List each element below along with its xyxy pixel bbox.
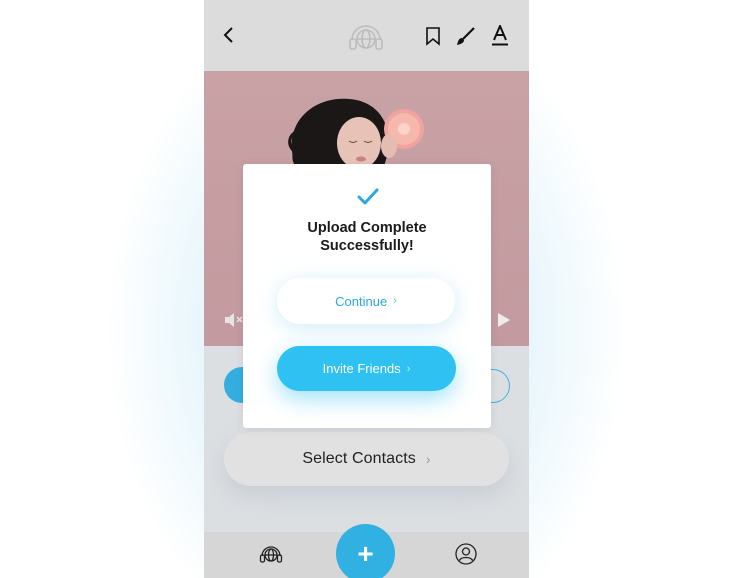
invite-friends-button[interactable]: Invite Friends › [277, 346, 456, 391]
back-arrow-icon[interactable] [222, 26, 236, 44]
continue-button[interactable]: Continue › [277, 278, 455, 324]
check-icon [357, 188, 379, 205]
invite-friends-label: Invite Friends [322, 361, 401, 376]
text-format-icon[interactable] [491, 25, 509, 47]
chevron-right-icon: › [393, 295, 397, 307]
brush-icon[interactable] [456, 26, 476, 46]
profile-icon[interactable] [455, 543, 477, 565]
bookmark-icon[interactable] [425, 26, 441, 46]
dialog-title: Upload Complete Successfully! [243, 219, 491, 255]
add-button[interactable]: + [336, 524, 395, 578]
mute-icon[interactable] [224, 312, 244, 328]
select-contacts-button[interactable]: Select Contacts › [224, 432, 509, 486]
globe-headphones-icon[interactable] [259, 542, 283, 566]
top-bar [204, 0, 529, 71]
play-icon[interactable] [497, 312, 511, 328]
upload-complete-dialog: Upload Complete Successfully! Continue ›… [243, 164, 491, 428]
chevron-right-icon: › [425, 451, 431, 467]
dialog-title-line1: Upload Complete [307, 220, 427, 236]
dialog-title-line2: Successfully! [320, 238, 414, 254]
continue-label: Continue [335, 293, 388, 309]
select-contacts-label: Select Contacts [302, 450, 416, 467]
chevron-right-icon: › [406, 362, 411, 375]
globe-headphones-logo [349, 25, 383, 50]
